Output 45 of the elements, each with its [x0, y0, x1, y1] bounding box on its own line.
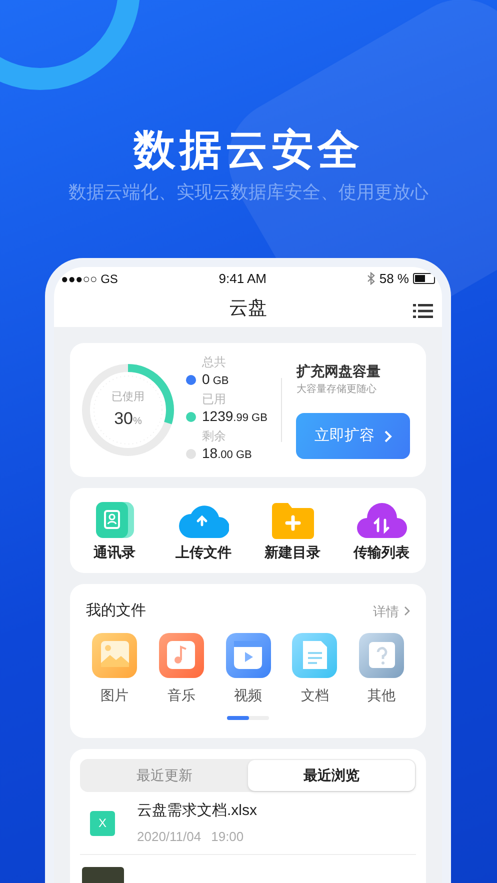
picture-icon [92, 632, 137, 678]
file-category[interactable]: 图片 [92, 632, 137, 706]
cloud-transfer-icon [356, 500, 406, 538]
promo-title: 扩充网盘容量 [296, 362, 382, 381]
stat-value: 1239.99 GB [202, 407, 268, 426]
file-category[interactable]: 其他 [359, 632, 404, 706]
page-title: 云盘 [229, 296, 267, 321]
status-time: 9:41 AM [218, 270, 266, 288]
promo-subtitle: 大容量存储更随心 [296, 382, 378, 397]
battery-percent: 58 % [379, 270, 409, 288]
action-button[interactable]: 上传文件 [159, 498, 248, 562]
file-date: 2020/11/04 [137, 828, 202, 846]
question-mark-icon [359, 632, 404, 678]
chevron-right-icon [404, 606, 410, 616]
action-button[interactable]: 传输列表 [337, 498, 426, 562]
action-button[interactable]: 新建目录 [248, 498, 337, 562]
spreadsheet-file-icon: X [90, 810, 115, 836]
ring-label: 已使用 [112, 390, 144, 405]
action-button[interactable]: 通讯录 [70, 498, 159, 562]
file-category[interactable]: 文档 [292, 632, 338, 706]
file-time: 19:00 [211, 828, 244, 846]
stat-label: 已用 [202, 392, 227, 407]
stat-label: 剩余 [202, 429, 227, 444]
tab[interactable]: 最近浏览 [248, 760, 415, 791]
music-note-icon [158, 632, 204, 678]
battery-icon [412, 273, 435, 284]
folder-add-icon [272, 500, 314, 538]
file-name: 云盘需求文档.xlsx [137, 801, 257, 821]
hero-title: 数据云安全 [134, 125, 364, 175]
ring-percent: 30% [114, 408, 142, 430]
file-category[interactable]: 视频 [226, 632, 270, 706]
hero-subtitle: 数据云端化、实现云数据库安全、使用更放心 [68, 181, 428, 204]
carrier-signal: ●●●○○ GS [61, 270, 118, 288]
video-clapper-icon [226, 632, 270, 678]
bluetooth-icon [367, 272, 376, 286]
file-category[interactable]: 音乐 [158, 632, 204, 706]
stat-value: 18.00 GB [202, 444, 252, 463]
section-title: 我的文件 [86, 601, 146, 621]
document-icon [292, 632, 338, 678]
page-indicator [227, 716, 269, 720]
stat-label: 总共 [202, 355, 227, 370]
contact-book-icon [96, 500, 134, 538]
stat-value: 0 GB [202, 370, 229, 389]
menu-icon[interactable] [413, 304, 433, 318]
chevron-right-icon [384, 430, 392, 442]
